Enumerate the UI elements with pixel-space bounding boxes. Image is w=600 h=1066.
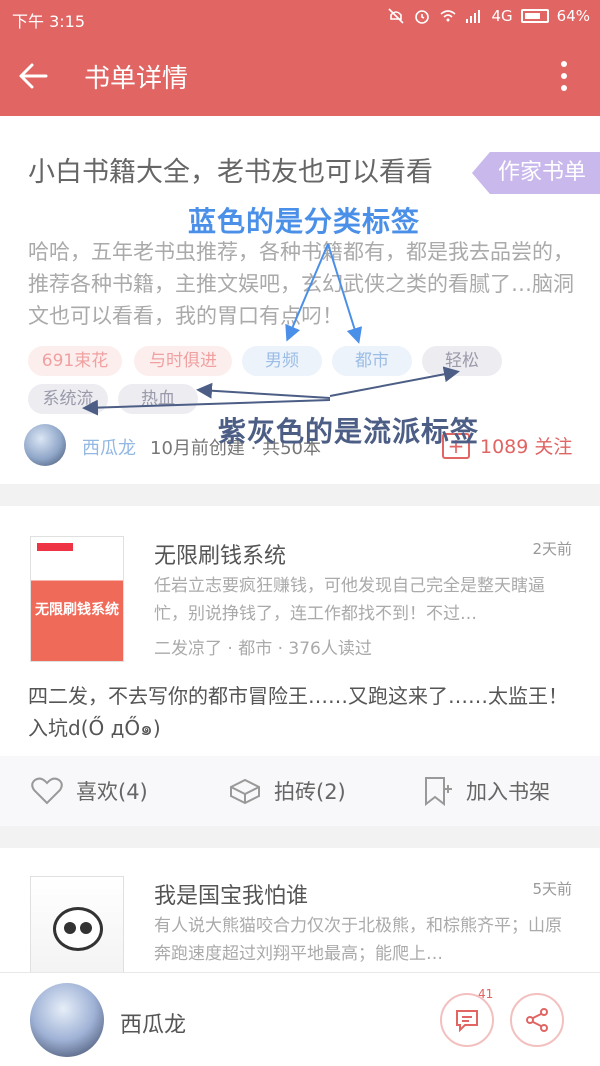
- creator-name[interactable]: 西瓜龙: [120, 1007, 186, 1039]
- booklist-description: 哈哈，五年老书虫推荐，各种书籍都有，都是我去品尝的，推荐各种书籍，主推文娱吧，玄…: [28, 240, 574, 328]
- publisher-badge: [37, 543, 73, 551]
- book-description-2: 有人说大熊猫咬合力仅次于北极熊，和棕熊齐平；山原奔跑速度超过刘翔平地最高；能爬上…: [154, 916, 562, 964]
- panda-illustration: [53, 907, 103, 951]
- tag-trend[interactable]: 与时俱进: [134, 346, 232, 376]
- tag-urban[interactable]: 都市: [332, 346, 412, 376]
- share-button[interactable]: [510, 993, 564, 1047]
- wifi-icon: [440, 10, 457, 22]
- follow-count: 1089 关注: [480, 436, 573, 458]
- back-arrow-icon[interactable]: [14, 56, 54, 96]
- bookmark-add-icon: [425, 777, 452, 806]
- book-time-1: 2天前: [532, 540, 572, 558]
- book-card-1[interactable]: 无限刷钱系统 无限刷钱系统 2天前 任岩立志要疯狂赚钱，可他发现自己完全是整天瞎…: [0, 506, 600, 756]
- battery-icon: [520, 9, 549, 23]
- like-button[interactable]: 喜欢(4): [30, 776, 148, 806]
- page-title: 书单详情: [84, 64, 189, 94]
- signal-icon: [466, 10, 481, 23]
- more-vertical-icon[interactable]: [552, 58, 576, 94]
- share-icon: [526, 1008, 548, 1032]
- booklist-title: 小白书籍大全，老书友也可以看看: [28, 157, 433, 188]
- brick-button[interactable]: 拍砖(2): [228, 776, 346, 806]
- book-cover-1[interactable]: 无限刷钱系统: [30, 536, 124, 662]
- app-bar: 书单详情: [0, 36, 600, 116]
- heart-icon: [31, 777, 63, 805]
- status-time: 下午 3:15: [12, 12, 86, 31]
- like-label: 喜欢(4): [76, 780, 148, 804]
- author-avatar[interactable]: [24, 424, 66, 466]
- annotation-genre-tags: 紫灰色的是流派标签: [218, 415, 480, 448]
- status-bar: 下午 3:15 4G 64%: [0, 0, 600, 36]
- book-title-1[interactable]: 无限刷钱系统: [154, 538, 286, 570]
- tag-system[interactable]: 系统流: [28, 384, 108, 414]
- book-comment-1: 四二发，不去写你的都市冒险王……又跑这来了……太监王！入坑d(Ő дŐ๑): [28, 684, 568, 740]
- battery-percent: 64%: [556, 7, 590, 25]
- book-meta-1: 二发凉了 · 都市 · 376人读过: [154, 639, 372, 659]
- cover-title-1: 无限刷钱系统: [35, 602, 119, 618]
- add-to-shelf-button[interactable]: 加入书架: [420, 776, 550, 806]
- mute-icon: [388, 8, 405, 24]
- writer-list-badge: 作家书单: [472, 152, 600, 194]
- creator-avatar[interactable]: [30, 983, 104, 1057]
- comment-icon: [456, 1010, 478, 1033]
- tag-relaxed[interactable]: 轻松: [422, 346, 502, 376]
- book-title-2[interactable]: 我是国宝我怕谁: [154, 878, 308, 910]
- book-time-2: 5天前: [532, 880, 572, 898]
- book-cover-2[interactable]: [30, 876, 124, 976]
- tag-flowers[interactable]: 691束花: [28, 346, 122, 376]
- author-name[interactable]: 西瓜龙: [82, 434, 136, 460]
- bottom-bar: 西瓜龙 41: [0, 972, 600, 1066]
- network-type: 4G: [491, 7, 513, 25]
- tag-hot-blood[interactable]: 热血: [118, 384, 198, 414]
- book-card-2[interactable]: 我是国宝我怕谁 5天前 有人说大熊猫咬合力仅次于北极熊，和棕熊齐平；山原奔跑速度…: [0, 848, 600, 976]
- brick-icon: [230, 778, 260, 805]
- brick-label: 拍砖(2): [274, 780, 346, 804]
- comment-button[interactable]: [440, 993, 494, 1047]
- alarm-icon: [415, 10, 430, 24]
- status-icons: 4G 64%: [387, 7, 590, 25]
- book-actions: 喜欢(4) 拍砖(2) 加入书架: [0, 756, 600, 826]
- annotation-category-tags: 蓝色的是分类标签: [188, 205, 421, 238]
- book-description-1: 任岩立志要疯狂赚钱，可他发现自己完全是整天瞎逼忙，别说挣钱了，连工作都找不到！不…: [154, 576, 545, 624]
- add-to-shelf-label: 加入书架: [466, 780, 550, 804]
- tag-male[interactable]: 男频: [242, 346, 322, 376]
